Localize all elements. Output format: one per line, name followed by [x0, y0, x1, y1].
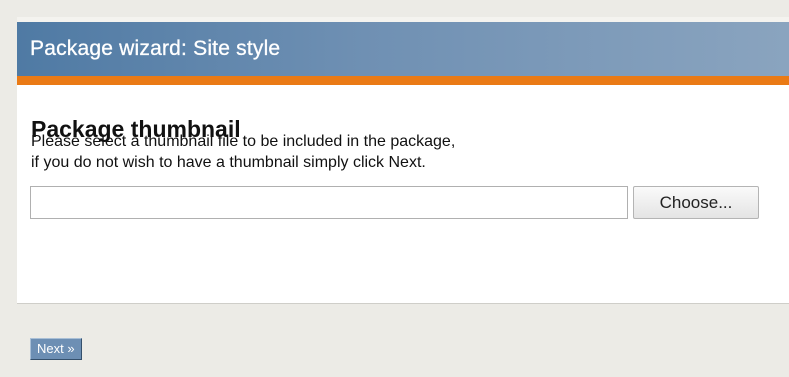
next-button[interactable]: Next »: [30, 338, 82, 360]
description-line-1: Please select a thumbnail file to be inc…: [31, 133, 456, 150]
wizard-window: Package wizard: Site style Package thumb…: [17, 17, 789, 377]
wizard-header: Package wizard: Site style: [17, 22, 789, 76]
header-accent-bar: [17, 76, 789, 85]
description-line-2: if you do not wish to have a thumbnail s…: [31, 154, 426, 171]
wizard-title: Package wizard: Site style: [30, 37, 281, 60]
choose-file-button[interactable]: Choose...: [633, 186, 759, 219]
wizard-footer: Next »: [17, 304, 789, 377]
thumbnail-file-input[interactable]: [30, 186, 628, 219]
